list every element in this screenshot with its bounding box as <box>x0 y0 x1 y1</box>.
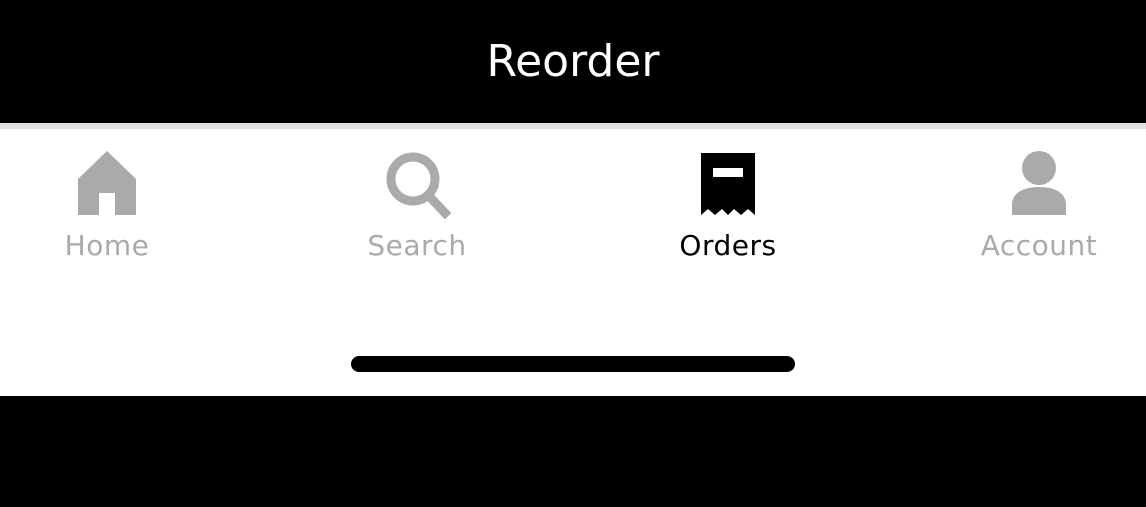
receipt-icon <box>701 153 755 215</box>
screen: Reorder Home Search Orders Account <box>0 0 1146 507</box>
home-indicator[interactable] <box>351 356 795 372</box>
reorder-button[interactable]: Reorder <box>0 0 1146 123</box>
tab-home[interactable]: Home <box>7 129 207 279</box>
tab-search-label: Search <box>367 229 467 262</box>
tab-account-label: Account <box>980 229 1098 262</box>
home-icon <box>78 151 136 215</box>
header-bar: Reorder <box>0 0 1146 123</box>
person-icon <box>1012 151 1066 215</box>
tab-orders-label: Orders <box>679 229 777 262</box>
tab-home-label: Home <box>64 229 150 262</box>
bottom-bar <box>0 396 1146 507</box>
tab-search[interactable]: Search <box>317 129 517 279</box>
search-icon <box>386 152 451 219</box>
reorder-label: Reorder <box>486 36 660 87</box>
tab-orders[interactable]: Orders <box>628 129 828 279</box>
tab-bar: Home Search Orders Account <box>0 129 1146 396</box>
tab-account[interactable]: Account <box>939 129 1139 279</box>
